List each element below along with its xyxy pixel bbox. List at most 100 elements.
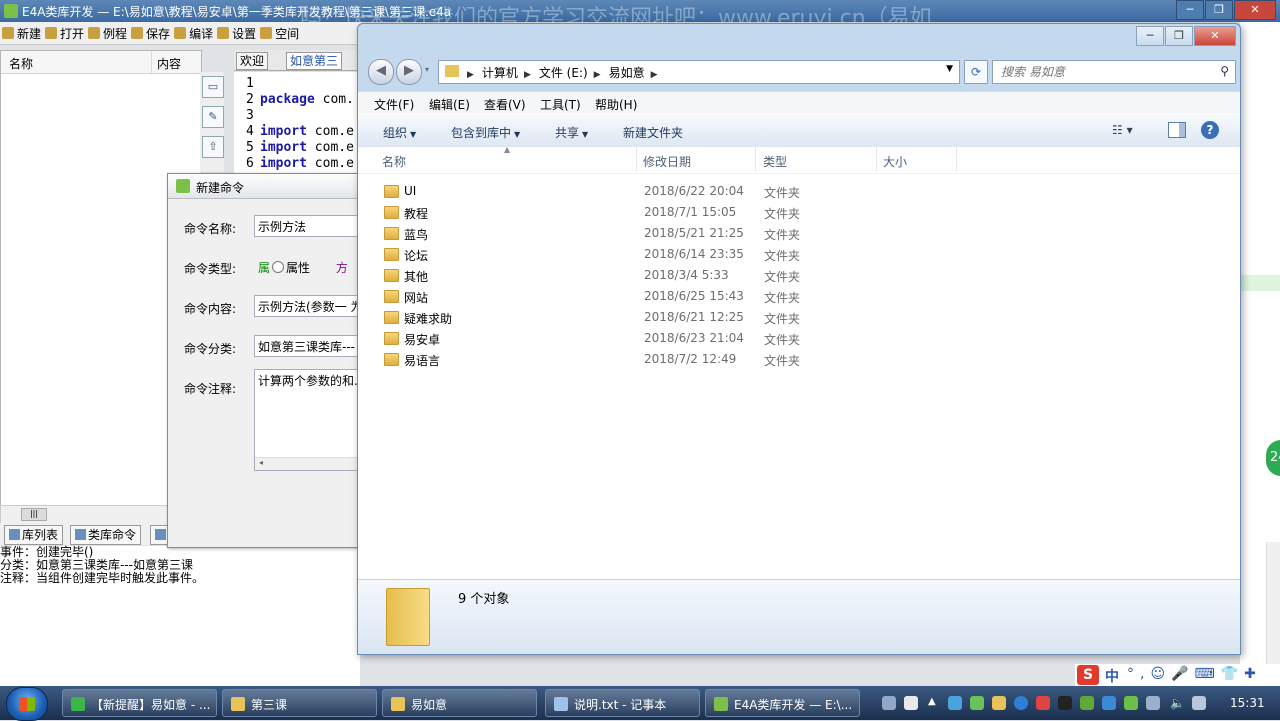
new-folder-button[interactable]: 新建文件夹 [623, 124, 683, 141]
toolbar-button-5[interactable]: 设置 [217, 25, 256, 42]
breadcrumb-eruyi[interactable]: 易如意 [609, 66, 645, 80]
plus-app-icon[interactable] [1124, 696, 1138, 710]
category-input[interactable]: 如意第三课类库--- [254, 335, 364, 357]
breadcrumb-computer[interactable]: 计算机 [482, 66, 518, 80]
refresh-icon[interactable]: ⟳ [964, 60, 988, 84]
share-button[interactable]: 共享 ▼ [555, 124, 588, 141]
pen-icon[interactable] [904, 696, 918, 710]
forward-arrow-icon[interactable]: ▶ [396, 59, 422, 85]
toolbar-button-6[interactable]: 空间 [260, 25, 299, 42]
col-name[interactable]: 名称 [9, 55, 33, 72]
menu-tools[interactable]: 工具(T) [540, 96, 581, 113]
tab-welcome[interactable]: 欢迎 [236, 52, 269, 70]
folder-tray-icon[interactable] [992, 696, 1006, 710]
keyboard-icon[interactable] [882, 696, 896, 710]
red-app-icon[interactable] [1036, 696, 1050, 710]
edit-icon[interactable]: ✎ [202, 106, 224, 128]
taskbar-item[interactable]: 【新提醒】易如意 - ... [62, 689, 217, 717]
close-icon[interactable]: ✕ [1234, 0, 1276, 20]
file-row[interactable]: 其他 2018/3/4 5:33 文件夹 [368, 265, 1128, 285]
col-content[interactable]: 内容 [157, 55, 181, 72]
menu-file[interactable]: 文件(F) [374, 96, 414, 113]
tab-library-commands[interactable]: 类库命令 [70, 525, 142, 545]
menu-help[interactable]: 帮助(H) [595, 96, 637, 113]
tab-lesson3[interactable]: 如意第三 [286, 52, 343, 70]
menu-view[interactable]: 查看(V) [484, 96, 526, 113]
note-textarea[interactable]: 计算两个参数的和. ◂ [254, 369, 364, 471]
clock[interactable]: 15:31 [1230, 696, 1265, 710]
content-label: 命令内容: [184, 302, 237, 316]
ime-tools-icon[interactable]: °,☺🎤⌨👕✚ [1127, 666, 1262, 682]
file-row[interactable]: 疑难求助 2018/6/21 12:25 文件夹 [368, 307, 1128, 327]
view-options-icon[interactable]: ☷ ▾ [1112, 123, 1133, 137]
file-row[interactable]: 网站 2018/6/25 15:43 文件夹 [368, 286, 1128, 306]
address-bar[interactable]: ▶ 计算机 ▶ 文件 (E:) ▶ 易如意 ▶ ▼ [438, 60, 960, 84]
toolbar-button-2[interactable]: 例程 [88, 25, 127, 42]
nvidia-icon[interactable] [1080, 696, 1094, 710]
back-arrow-icon[interactable]: ◀ [368, 59, 394, 85]
maximize-icon[interactable]: ❐ [1165, 26, 1193, 46]
note-hscroll[interactable]: ◂ [255, 457, 363, 470]
qq-icon[interactable] [1058, 696, 1072, 710]
sync-icon[interactable] [1102, 696, 1116, 710]
preview-pane-icon[interactable] [1168, 122, 1186, 138]
col-name[interactable]: 名称 [382, 153, 406, 170]
minimize-icon[interactable]: ─ [1136, 26, 1164, 46]
help-icon[interactable]: ? [1201, 121, 1219, 139]
toolbar-button-3[interactable]: 保存 [131, 25, 170, 42]
address-dropdown-icon[interactable]: ▼ [946, 64, 953, 74]
network-status-icon[interactable] [1146, 696, 1160, 710]
sogou-logo[interactable]: S [1077, 665, 1099, 685]
tray-expand-icon[interactable]: ▲ [928, 696, 942, 710]
taskbar-item[interactable]: E4A类库开发 — E:\... [705, 689, 860, 717]
include-in-library-button[interactable]: 包含到库中 ▼ [451, 124, 520, 141]
code-editor[interactable]: 1 2 package com. 3 4 import com.e 5 import com.… [234, 72, 360, 182]
col-type[interactable]: 类型 [763, 153, 787, 170]
toolbar-button-4[interactable]: 编译 [174, 25, 213, 42]
toolbar-button-1[interactable]: 打开 [45, 25, 84, 42]
tab-library-list[interactable]: 库列表 [4, 525, 64, 545]
k-app-icon[interactable] [1014, 696, 1028, 710]
chevron-right-icon[interactable]: ▶ [524, 70, 531, 80]
content-input[interactable]: 示例方法(参数一 为 [254, 295, 364, 317]
floating-badge[interactable]: 24 [1266, 440, 1280, 476]
search-icon[interactable]: ⚲ [1220, 64, 1229, 78]
taskbar-item[interactable]: 说明.txt - 记事本 [545, 689, 700, 717]
type-method-label[interactable]: 方 [336, 261, 348, 275]
file-row[interactable]: 易安卓 2018/6/23 21:04 文件夹 [368, 328, 1128, 348]
ime-language[interactable]: 中 [1105, 666, 1119, 686]
new-doc-icon[interactable]: ▭ [202, 76, 224, 98]
volume-icon[interactable]: 🔈 [1170, 696, 1185, 710]
file-row[interactable]: 教程 2018/7/1 15:05 文件夹 [368, 202, 1128, 222]
close-icon[interactable]: ✕ [1194, 26, 1236, 46]
search-input[interactable] [993, 61, 1213, 83]
chevron-right-icon[interactable]: ▶ [594, 70, 601, 80]
history-dropdown-icon[interactable]: ▾ [422, 59, 432, 83]
minimize-icon[interactable]: ─ [1176, 0, 1204, 20]
security-icon[interactable] [970, 696, 984, 710]
note-text: 计算两个参数的和. [258, 374, 358, 388]
menu-edit[interactable]: 编辑(E) [429, 96, 470, 113]
chevron-right-icon[interactable]: ▶ [651, 70, 658, 80]
display-icon[interactable] [1192, 696, 1206, 710]
file-row[interactable]: 论坛 2018/6/14 23:35 文件夹 [368, 244, 1128, 264]
chevron-right-icon[interactable]: ▶ [467, 70, 474, 80]
file-row[interactable]: 蓝鸟 2018/5/21 21:25 文件夹 [368, 223, 1128, 243]
scroll-thumb[interactable]: ||| [21, 508, 47, 521]
taskbar-item[interactable]: 第三课 [222, 689, 377, 717]
col-size[interactable]: 大小 [883, 153, 907, 170]
arrow-up-icon[interactable]: ⇧ [202, 136, 224, 158]
toolbar-icon [2, 27, 14, 39]
col-modified[interactable]: 修改日期 [643, 153, 691, 170]
name-input[interactable]: 示例方法 [254, 215, 364, 237]
radio-property[interactable] [272, 261, 285, 273]
taskbar-item[interactable]: 易如意 [382, 689, 537, 717]
maximize-icon[interactable]: ❐ [1205, 0, 1233, 20]
toolbar-button-0[interactable]: 新建 [2, 25, 41, 42]
file-row[interactable]: UI 2018/6/22 20:04 文件夹 [368, 181, 1128, 201]
network-icon[interactable] [948, 696, 962, 710]
breadcrumb-drive-e[interactable]: 文件 (E:) [539, 66, 588, 80]
organize-button[interactable]: 组织 ▼ [383, 124, 416, 141]
file-row[interactable]: 易语言 2018/7/2 12:49 文件夹 [368, 349, 1128, 369]
start-button[interactable] [6, 687, 48, 721]
